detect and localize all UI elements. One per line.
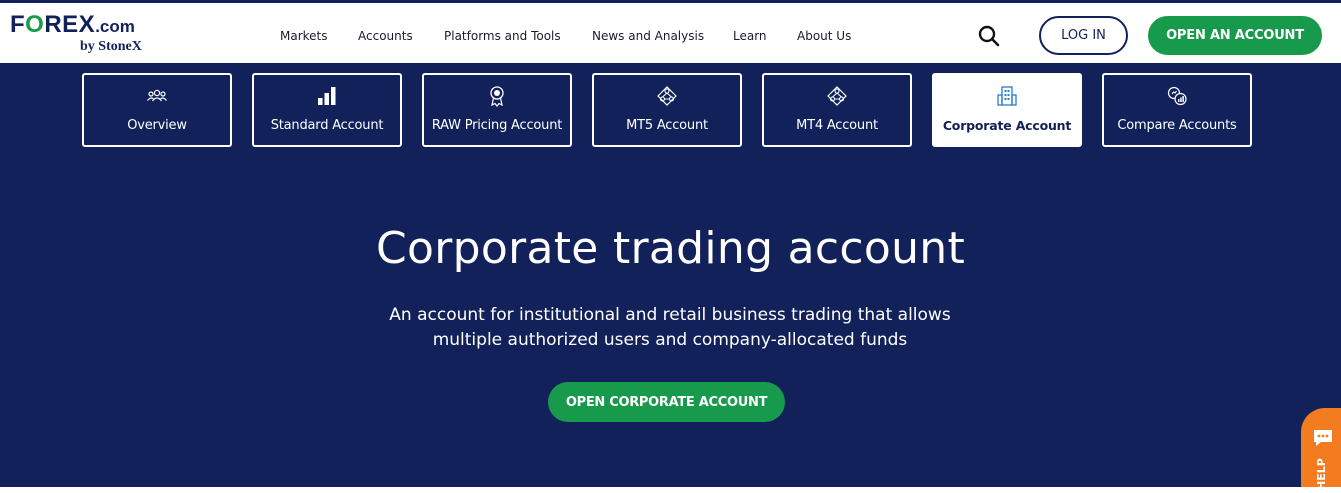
site-header: FOREX.com by StoneX Markets Accounts Pla… <box>0 0 1341 63</box>
help-button[interactable]: HELP <box>1301 408 1341 493</box>
page-content-start <box>0 487 1341 493</box>
forex-logo[interactable]: FOREX.com by StoneX <box>10 11 150 59</box>
nav-item-news-and-analysis[interactable]: News and Analysis <box>592 29 704 43</box>
open-account-button[interactable]: OPEN AN ACCOUNT <box>1148 16 1322 55</box>
bar-chart-icon <box>318 87 336 105</box>
nav-item-about-us[interactable]: About Us <box>797 29 851 43</box>
tab-label: RAW Pricing Account <box>431 118 563 133</box>
logo-wordmark: FOREX.com <box>10 11 135 38</box>
page-title: Corporate trading account <box>376 223 965 274</box>
open-corporate-account-button[interactable]: OPEN CORPORATE ACCOUNT <box>548 382 785 422</box>
logo-tagline: by StoneX <box>80 39 142 54</box>
tab-mt4-account[interactable]: MT4 Account <box>762 73 912 147</box>
hero-section: Overview Standard Account RAW Pricing Ac… <box>0 63 1341 487</box>
users-icon <box>147 89 167 102</box>
tab-label: Overview <box>127 118 187 133</box>
tab-label: Corporate Account <box>942 118 1072 133</box>
nav-item-markets[interactable]: Markets <box>280 29 328 43</box>
nav-item-learn[interactable]: Learn <box>733 29 767 43</box>
award-icon <box>490 86 504 107</box>
hero-description: An account for institutional and retail … <box>370 303 970 353</box>
tab-mt5-account[interactable]: MT5 Account <box>592 73 742 147</box>
tab-overview[interactable]: Overview <box>82 73 232 147</box>
compare-icon <box>1167 86 1187 106</box>
network-icon <box>827 86 847 106</box>
tab-compare-accounts[interactable]: Compare Accounts <box>1102 73 1252 147</box>
tab-label: MT4 Account <box>796 118 878 133</box>
chat-icon <box>1314 430 1332 446</box>
nav-item-accounts[interactable]: Accounts <box>358 29 413 43</box>
tab-raw-pricing-account[interactable]: RAW Pricing Account <box>422 73 572 147</box>
help-label: HELP <box>1315 458 1328 490</box>
nav-item-platforms-and-tools[interactable]: Platforms and Tools <box>444 29 561 43</box>
building-icon <box>997 86 1017 106</box>
search-icon[interactable] <box>976 23 1002 49</box>
tab-label: MT5 Account <box>626 118 708 133</box>
login-button[interactable]: LOG IN <box>1039 16 1128 55</box>
tab-standard-account[interactable]: Standard Account <box>252 73 402 147</box>
tab-label: Standard Account <box>270 118 384 133</box>
network-icon <box>657 86 677 106</box>
tab-corporate-account[interactable]: Corporate Account <box>932 73 1082 147</box>
tab-label: Compare Accounts <box>1117 118 1237 133</box>
hero-description-line: multiple authorized users and company-al… <box>432 330 908 350</box>
hero-description-line: An account for institutional and retail … <box>389 305 951 325</box>
